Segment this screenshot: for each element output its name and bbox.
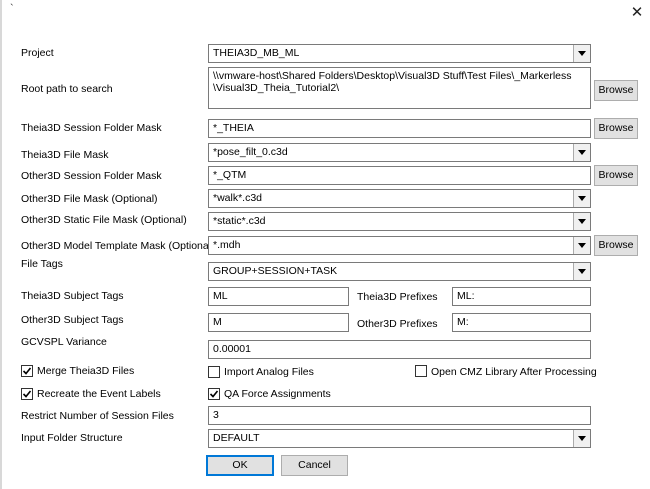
gcvspl-variance-input[interactable]: 0.00001 (208, 340, 591, 359)
file-tags-select[interactable]: GROUP+SESSION+TASK (208, 262, 591, 281)
root-path-line1: \\vmware-host\Shared Folders\Desktop\Vis… (213, 70, 572, 82)
chevron-down-icon[interactable] (573, 45, 590, 62)
other-file-mask-select[interactable]: *walk*.c3d (208, 189, 591, 208)
other-prefixes-input[interactable]: M: (452, 313, 591, 332)
theia-prefixes-label: Theia3D Prefixes (357, 291, 438, 303)
close-icon[interactable]: ✕ (628, 4, 646, 22)
input-folder-structure-value: DEFAULT (213, 432, 260, 444)
root-path-line2: \Visual3D_Theia_Tutorial2\ (213, 82, 340, 94)
chevron-down-icon[interactable] (573, 430, 590, 447)
file-tags-value: GROUP+SESSION+TASK (213, 265, 338, 277)
qa-force-checkbox[interactable] (208, 388, 220, 400)
other-subject-tags-input[interactable]: M (208, 313, 349, 332)
project-select[interactable]: THEIA3D_MB_ML (208, 44, 591, 63)
checkmark-icon (209, 390, 219, 398)
chevron-down-icon[interactable] (573, 190, 590, 207)
recreate-events-checkbox[interactable] (21, 388, 33, 400)
theia-subject-tags-input[interactable]: ML (208, 287, 349, 306)
other-static-mask-value: *static*.c3d (213, 215, 266, 227)
window-edge (0, 0, 2, 489)
chevron-down-icon[interactable] (573, 263, 590, 280)
root-path-input[interactable]: \\vmware-host\Shared Folders\Desktop\Vis… (208, 67, 591, 109)
other-file-mask-label: Other3D File Mask (Optional) (21, 193, 158, 205)
theia-file-mask-select[interactable]: *pose_filt_0.c3d (208, 143, 591, 162)
checkmark-icon (22, 390, 32, 398)
project-value: THEIA3D_MB_ML (213, 47, 300, 59)
other-subject-tags-label: Other3D Subject Tags (21, 314, 124, 326)
merge-theia-checkbox[interactable] (21, 365, 33, 377)
theia-session-browse-button[interactable]: Browse (594, 118, 638, 139)
dialog-window: ` ✕ Project THEIA3D_MB_ML Root path to s… (0, 0, 650, 489)
other-file-mask-value: *walk*.c3d (213, 192, 263, 204)
other-model-mask-select[interactable]: *.mdh (208, 236, 591, 255)
gcvspl-variance-label: GCVSPL Variance (21, 336, 107, 348)
import-analog-checkbox[interactable] (208, 366, 220, 378)
window-title: ` (10, 3, 14, 15)
ok-button[interactable]: OK (206, 455, 274, 476)
input-folder-structure-label: Input Folder Structure (21, 432, 123, 444)
other-session-browse-button[interactable]: Browse (594, 165, 638, 186)
recreate-events-label[interactable]: Recreate the Event Labels (37, 388, 161, 400)
checkmark-icon (22, 367, 32, 375)
other-static-mask-select[interactable]: *static*.c3d (208, 212, 591, 231)
merge-theia-label[interactable]: Merge Theia3D Files (37, 365, 134, 377)
chevron-down-icon[interactable] (573, 213, 590, 230)
chevron-down-icon[interactable] (573, 144, 590, 161)
theia-session-mask-label: Theia3D Session Folder Mask (21, 122, 162, 134)
file-tags-label: File Tags (21, 258, 63, 270)
theia-file-mask-value: *pose_filt_0.c3d (213, 146, 288, 158)
theia-session-mask-input[interactable]: *_THEIA (208, 119, 591, 138)
open-cmz-label[interactable]: Open CMZ Library After Processing (431, 366, 597, 378)
other-static-mask-label: Other3D Static File Mask (Optional) (21, 214, 187, 226)
cancel-button[interactable]: Cancel (281, 455, 348, 476)
theia-file-mask-label: Theia3D File Mask (21, 149, 109, 161)
root-path-browse-button[interactable]: Browse (594, 80, 638, 101)
theia-subject-tags-label: Theia3D Subject Tags (21, 290, 124, 302)
restrict-sessions-input[interactable]: 3 (208, 406, 591, 425)
qa-force-label[interactable]: QA Force Assignments (224, 388, 331, 400)
root-path-label: Root path to search (21, 83, 113, 95)
import-analog-label[interactable]: Import Analog Files (224, 366, 314, 378)
other-model-mask-value: *.mdh (213, 239, 241, 251)
other-model-browse-button[interactable]: Browse (594, 235, 638, 256)
other-session-mask-input[interactable]: *_QTM (208, 166, 591, 185)
other-prefixes-label: Other3D Prefixes (357, 318, 438, 330)
restrict-sessions-label: Restrict Number of Session Files (21, 410, 174, 422)
project-label: Project (21, 47, 54, 59)
theia-prefixes-input[interactable]: ML: (452, 287, 591, 306)
open-cmz-checkbox[interactable] (415, 365, 427, 377)
chevron-down-icon[interactable] (573, 237, 590, 254)
other-model-mask-label: Other3D Model Template Mask (Optional) (21, 240, 215, 252)
other-session-mask-label: Other3D Session Folder Mask (21, 170, 162, 182)
input-folder-structure-select[interactable]: DEFAULT (208, 429, 591, 448)
